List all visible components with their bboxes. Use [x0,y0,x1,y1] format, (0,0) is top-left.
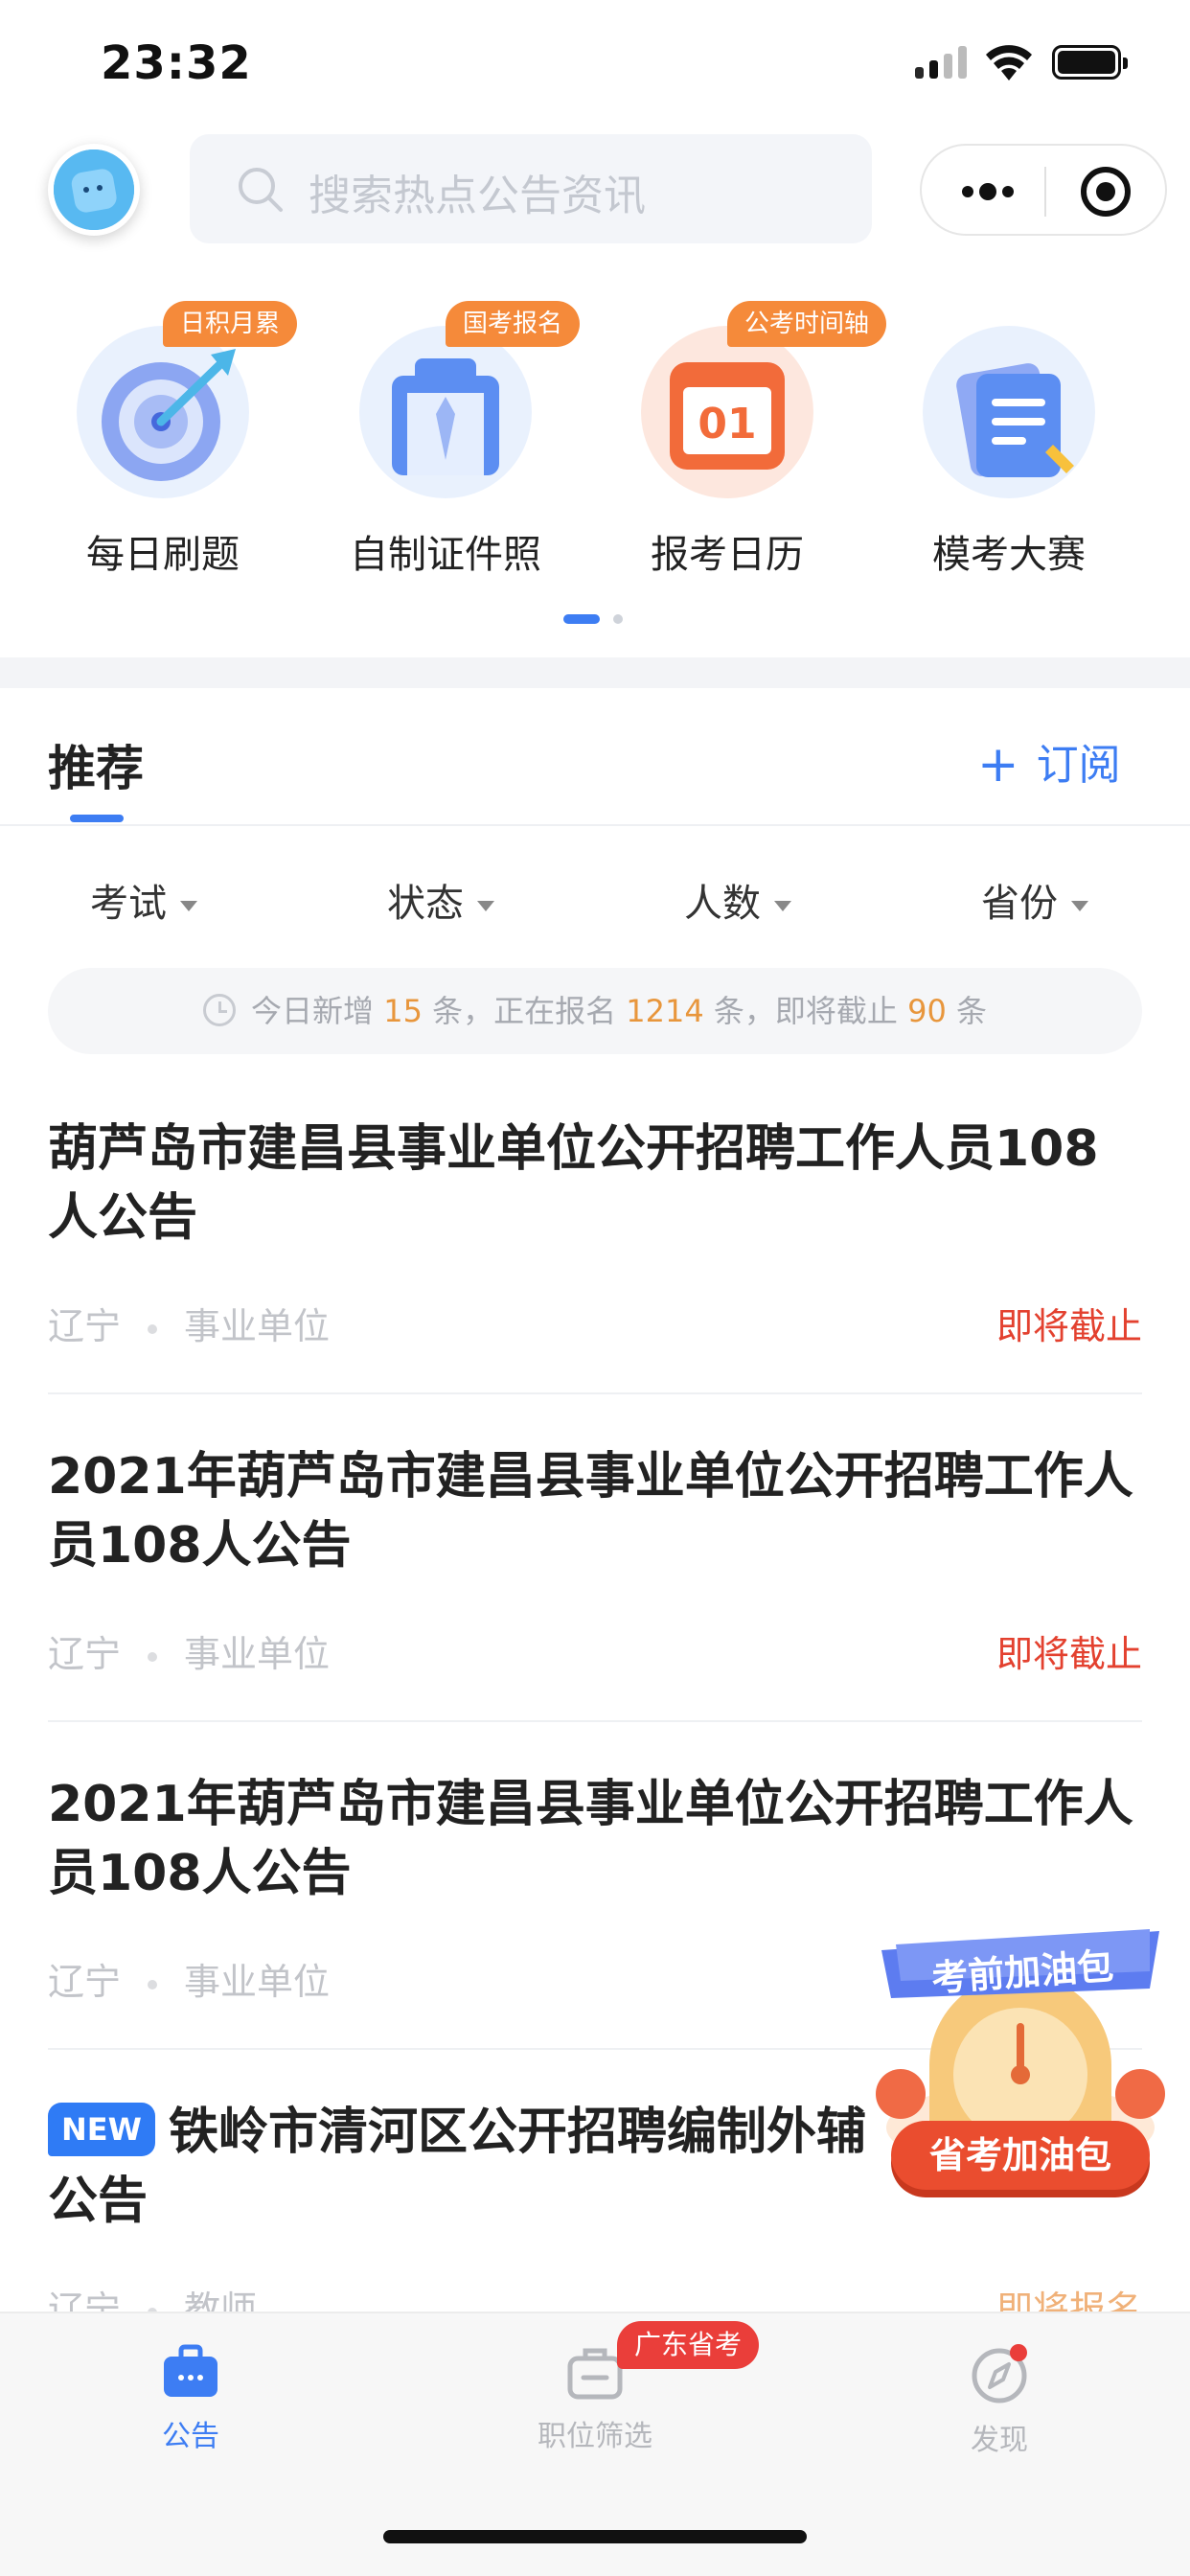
stat-unit: 条，正在报名 [432,993,617,1029]
article-title: 2021年葫芦岛市建昌县事业单位公开招聘工作人员108人公告 [48,1448,1133,1575]
category-label: 模考大赛 [932,533,1086,577]
signal-icon [915,46,973,80]
target-icon [77,326,249,498]
avatar[interactable] [48,144,140,236]
article-region: 辽宁 [48,1305,122,1347]
search-icon [239,168,283,212]
new-badge: NEW [48,2103,155,2156]
stat-prefix: 今日新增 [251,993,375,1029]
close-program-icon[interactable] [1081,167,1131,217]
dropdown-arrow-icon [180,900,197,911]
search-placeholder: 搜索热点公告资讯 [309,172,646,220]
tab-recommend[interactable]: 推荐 [48,730,144,799]
article-meta: 辽宁 事业单位 [48,1952,330,2005]
battery-icon [1052,45,1128,80]
list-divider [48,1720,1142,1722]
enrolling-count: 1214 [626,993,704,1029]
article-title-text: 铁岭市清河区公开招聘编制外辅 [168,2104,866,2161]
dropdown-arrow-icon [477,900,494,911]
article-category: 事业单位 [184,1305,331,1347]
id-photo-icon [359,326,532,498]
article-meta: 辽宁 事业单位 [48,1624,330,1677]
list-item[interactable]: 2021年葫芦岛市建昌县事业单位公开招聘工作人员108人公告 辽宁 事业单位 即将… [48,1442,1142,1722]
section-divider [0,657,1190,688]
dot-separator [148,1651,158,1662]
filter-label: 省份 [981,882,1058,926]
list-divider [48,1392,1142,1394]
article-region: 辽宁 [48,1633,122,1675]
tab-underline [70,815,124,822]
article-title: 2021年葫芦岛市建昌县事业单位公开招聘工作人员108人公告 [48,1776,1133,1902]
mini-program-capsule [920,144,1167,236]
clock-icon [203,994,237,1026]
subscribe-button[interactable]: + 订阅 [977,730,1121,794]
filter-label: 人数 [684,882,761,926]
document-pen-icon [923,326,1095,498]
dot-separator [148,1323,158,1334]
article-category: 事业单位 [184,1633,331,1675]
dropdown-arrow-icon [774,900,791,911]
new-count: 15 [383,993,423,1029]
tab-announcements[interactable]: 公告 [95,2343,286,2454]
promo-float-button[interactable]: 考前加油包 省考加油包 [862,1921,1179,2199]
category-tag: 日积月累 [163,301,298,347]
compass-icon [972,2344,1027,2404]
wifi-icon [986,45,1032,80]
tab-label: 公告 [162,2420,219,2453]
stat-unit: 条 [955,993,987,1029]
filter-label: 考试 [90,882,167,926]
promo-button-label: 省考加油包 [891,2121,1150,2190]
category-label: 每日刷题 [86,533,240,577]
filter-label: 状态 [387,882,464,926]
status-time: 23:32 [101,36,252,90]
calendar-icon: 01 [641,326,813,498]
header-divider [0,824,1190,826]
filter-province[interactable]: 省份 [981,872,1088,928]
filter-exam[interactable]: 考试 [90,872,197,928]
tab-label: 职位筛选 [538,2420,652,2453]
tab-discover[interactable]: 发现 [904,2343,1095,2458]
calendar-day: 01 [698,400,756,448]
more-icon[interactable] [958,174,1044,209]
article-status: 即将截止 [995,1305,1142,1347]
article-region: 辽宁 [48,1961,122,2003]
subscribe-label: 订阅 [1036,741,1121,790]
home-indicator [383,2530,807,2543]
category-label: 自制证件照 [350,533,541,577]
filter-status[interactable]: 状态 [387,872,494,928]
daily-stats-bar: 今日新增 15 条，正在报名 1214 条，即将截止 90 条 [48,968,1142,1054]
tab-badge: 广东省考 [617,2321,760,2369]
daily-stats-text: 今日新增 15 条，正在报名 1214 条，即将截止 90 条 [48,968,1142,1054]
category-tag: 国考报名 [446,301,581,347]
tab-label: 发现 [971,2424,1028,2457]
category-tag: 公考时间轴 [727,301,887,347]
article-title: 葫芦岛市建昌县事业单位公开招聘工作人员108人公告 [48,1120,1099,1247]
article-status: 即将截止 [995,1633,1142,1675]
article-category: 事业单位 [184,1961,331,2003]
filter-count[interactable]: 人数 [684,872,791,928]
briefcase-icon [164,2344,217,2397]
dropdown-arrow-icon [1071,900,1088,911]
article-meta: 辽宁 事业单位 [48,1297,330,1349]
stat-unit: 条，即将截止 [713,993,898,1029]
category-label: 报考日历 [651,533,804,577]
dot-separator [148,1979,158,1990]
list-item[interactable]: 葫芦岛市建昌县事业单位公开招聘工作人员108人公告 辽宁 事业单位 即将截止 [48,1115,1142,1394]
closing-count: 90 [907,993,947,1029]
plus-icon: + [977,736,1019,794]
